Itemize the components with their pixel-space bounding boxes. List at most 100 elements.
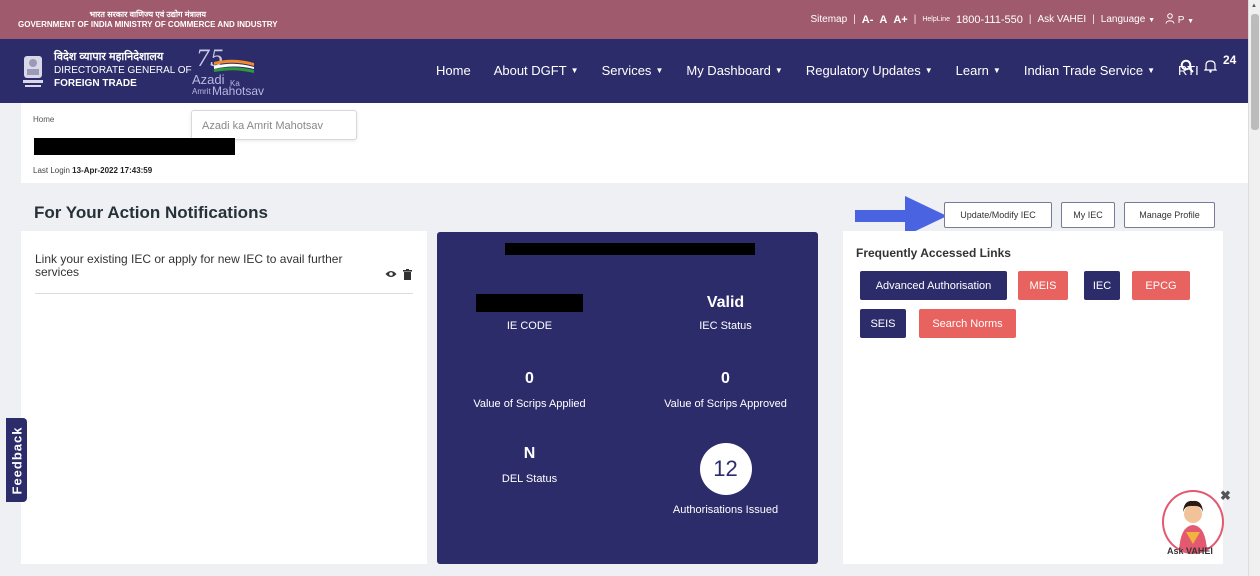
iec-status-label: IEC Status (699, 320, 752, 332)
font-increase-button[interactable]: A+ (893, 14, 907, 26)
authorisations-stat: 12 Authorisations Issued (653, 443, 798, 516)
last-login-info: Last Login 13-Apr-2022 17:43:59 (33, 166, 152, 175)
font-normal-button[interactable]: A (879, 14, 887, 26)
nav-label: Indian Trade Service (1023, 63, 1144, 78)
azadi-amrit: Amrit (192, 87, 211, 96)
page-scrollbar[interactable]: ▲ (1248, 0, 1260, 576)
azadi-ka-amrit-mahotsav-logo: 75 Azadi Ka Amrit Mahotsav (192, 47, 284, 99)
scrips-applied-label: Value of Scrips Applied (473, 398, 586, 410)
language-label: Language (1100, 14, 1146, 25)
nav-regulatory-updates[interactable]: Regulatory Updates ▼ (806, 63, 933, 78)
ask-vahei-link[interactable]: Ask VAHEI (1037, 14, 1086, 25)
close-icon[interactable]: ✖ (1220, 488, 1231, 504)
helpline-number: 1800-111-550 (955, 13, 1023, 26)
redacted-ie-code (476, 294, 583, 312)
language-dropdown[interactable]: Language ▼ (1101, 14, 1155, 25)
manage-profile-button[interactable]: Manage Profile (1124, 202, 1215, 228)
ask-vahei-chatbot[interactable] (1162, 490, 1224, 554)
iec-status-value: Valid (706, 294, 745, 311)
arrow-pointer-icon (855, 196, 947, 236)
my-iec-button[interactable]: My IEC (1061, 202, 1115, 228)
scroll-thumb[interactable] (1251, 14, 1259, 130)
main-navbar: विदेश व्यापार महानिदेशालय DIRECTORATE GE… (0, 39, 1248, 103)
quick-links-title: Frequently Accessed Links (856, 246, 1011, 260)
sitemap-link[interactable]: Sitemap (810, 14, 847, 25)
caret-down-icon: ▼ (1187, 18, 1194, 25)
nav-label: Regulatory Updates (805, 63, 921, 78)
separator: | (1028, 14, 1032, 25)
nav-label: Learn (955, 63, 989, 78)
gov-english-label: GOVERNMENT OF INDIA MINISTRY OF COMMERCE… (18, 19, 278, 29)
link-seis[interactable]: SEIS (860, 309, 906, 338)
font-decrease-button[interactable]: A- (862, 14, 874, 26)
notification-text[interactable]: Link your existing IEC or apply for new … (35, 253, 365, 279)
azadi-mahotsav: Mahotsav (212, 84, 265, 98)
link-search-norms[interactable]: Search Norms (919, 309, 1016, 338)
del-status-stat: N DEL Status (457, 445, 602, 485)
nav-learn[interactable]: Learn ▼ (956, 63, 1001, 78)
nav-home[interactable]: Home (436, 63, 471, 78)
scrips-applied-stat: 0 Value of Scrips Applied (457, 370, 602, 410)
nav-services[interactable]: Services ▼ (602, 63, 664, 78)
caret-down-icon: ▼ (992, 66, 1001, 75)
link-iec[interactable]: IEC (1084, 271, 1120, 300)
link-advanced-authorisation[interactable]: Advanced Authorisation (860, 271, 1007, 300)
nav-indian-trade-service[interactable]: Indian Trade Service ▼ (1024, 63, 1155, 78)
feedback-tab[interactable]: Feedback (6, 418, 27, 502)
helpline-label: HelpLine (922, 16, 950, 23)
eye-icon[interactable] (385, 269, 397, 279)
iec-summary-panel: IE CODE Valid IEC Status 0 Value of Scri… (437, 232, 818, 564)
update-modify-iec-button[interactable]: Update/Modify IEC (944, 202, 1052, 228)
nav-about-dgft[interactable]: About DGFT ▼ (494, 63, 579, 78)
vahei-avatar-icon (1179, 500, 1207, 552)
redacted-company-name (505, 243, 755, 255)
breadcrumb-area: Home Azadi ka Amrit Mahotsav Last Login … (21, 103, 1248, 183)
redacted-username (34, 138, 235, 155)
link-meis[interactable]: MEIS (1018, 271, 1068, 300)
azadi-tooltip: Azadi ka Amrit Mahotsav (191, 110, 357, 140)
separator: | (853, 14, 856, 25)
del-status-label: DEL Status (501, 473, 558, 485)
notification-count-badge: 24 (1223, 53, 1237, 67)
ie-code-stat: IE CODE (457, 320, 602, 332)
gov-hindi-label: भारत सरकार वाणिज्य एवं उद्योग मंत्रालय (89, 9, 207, 19)
scrips-approved-value: 0 (721, 370, 730, 387)
scrips-approved-label: Value of Scrips Approved (664, 398, 787, 410)
authorisations-count-circle[interactable]: 12 (699, 443, 752, 495)
authorisations-label: Authorisations Issued (672, 504, 779, 516)
separator: | (913, 14, 917, 25)
utility-links: Sitemap | A- A A+ | HelpLine 1800-111-55… (810, 13, 1194, 26)
ie-code-label: IE CODE (506, 320, 553, 332)
national-emblem-icon (23, 56, 43, 87)
bell-icon[interactable] (1204, 59, 1217, 73)
caret-down-icon: ▼ (570, 66, 579, 75)
scroll-up-icon[interactable]: ▲ (1251, 3, 1257, 9)
nav-label: Home (436, 63, 471, 78)
nav-icons: 24 (1180, 53, 1236, 73)
page-title: For Your Action Notifications (34, 203, 268, 222)
separator: | (1092, 14, 1095, 25)
caret-down-icon: ▼ (774, 66, 783, 75)
scrips-approved-stat: 0 Value of Scrips Approved (653, 370, 798, 410)
org-name-line1: DIRECTORATE GENERAL OF (54, 65, 192, 76)
nav-my-dashboard[interactable]: My Dashboard ▼ (686, 63, 782, 78)
notifications-panel: Link your existing IEC or apply for new … (21, 231, 427, 564)
top-utility-bar: भारत सरकार वाणिज्य एवं उद्योग मंत्रालय G… (0, 0, 1248, 39)
notification-actions (385, 269, 412, 280)
trash-icon[interactable] (403, 269, 412, 280)
scrips-applied-value: 0 (525, 370, 534, 387)
main-menu: Home About DGFT ▼ Services ▼ My Dashboard ▼… (436, 63, 1222, 78)
iec-status-stat: Valid IEC Status (653, 294, 798, 332)
gov-ministry-label: भारत सरकार वाणिज्य एवं उद्योग मंत्रालय G… (18, 10, 278, 30)
caret-down-icon: ▼ (1147, 66, 1155, 75)
link-epcg[interactable]: EPCG (1132, 271, 1190, 300)
org-name-line2: FOREIGN TRADE (54, 78, 137, 89)
user-menu[interactable]: P ▼ (1165, 13, 1194, 26)
breadcrumb-home[interactable]: Home (33, 115, 54, 124)
del-status-value: N (523, 445, 536, 462)
caret-down-icon: ▼ (1148, 17, 1155, 24)
org-hindi-name: विदेश व्यापार महानिदेशालय (54, 51, 164, 63)
dgft-logo-text[interactable]: विदेश व्यापार महानिदेशालय DIRECTORATE GE… (54, 51, 192, 90)
search-icon[interactable] (1180, 59, 1194, 73)
last-login-label: Last Login (33, 166, 70, 175)
